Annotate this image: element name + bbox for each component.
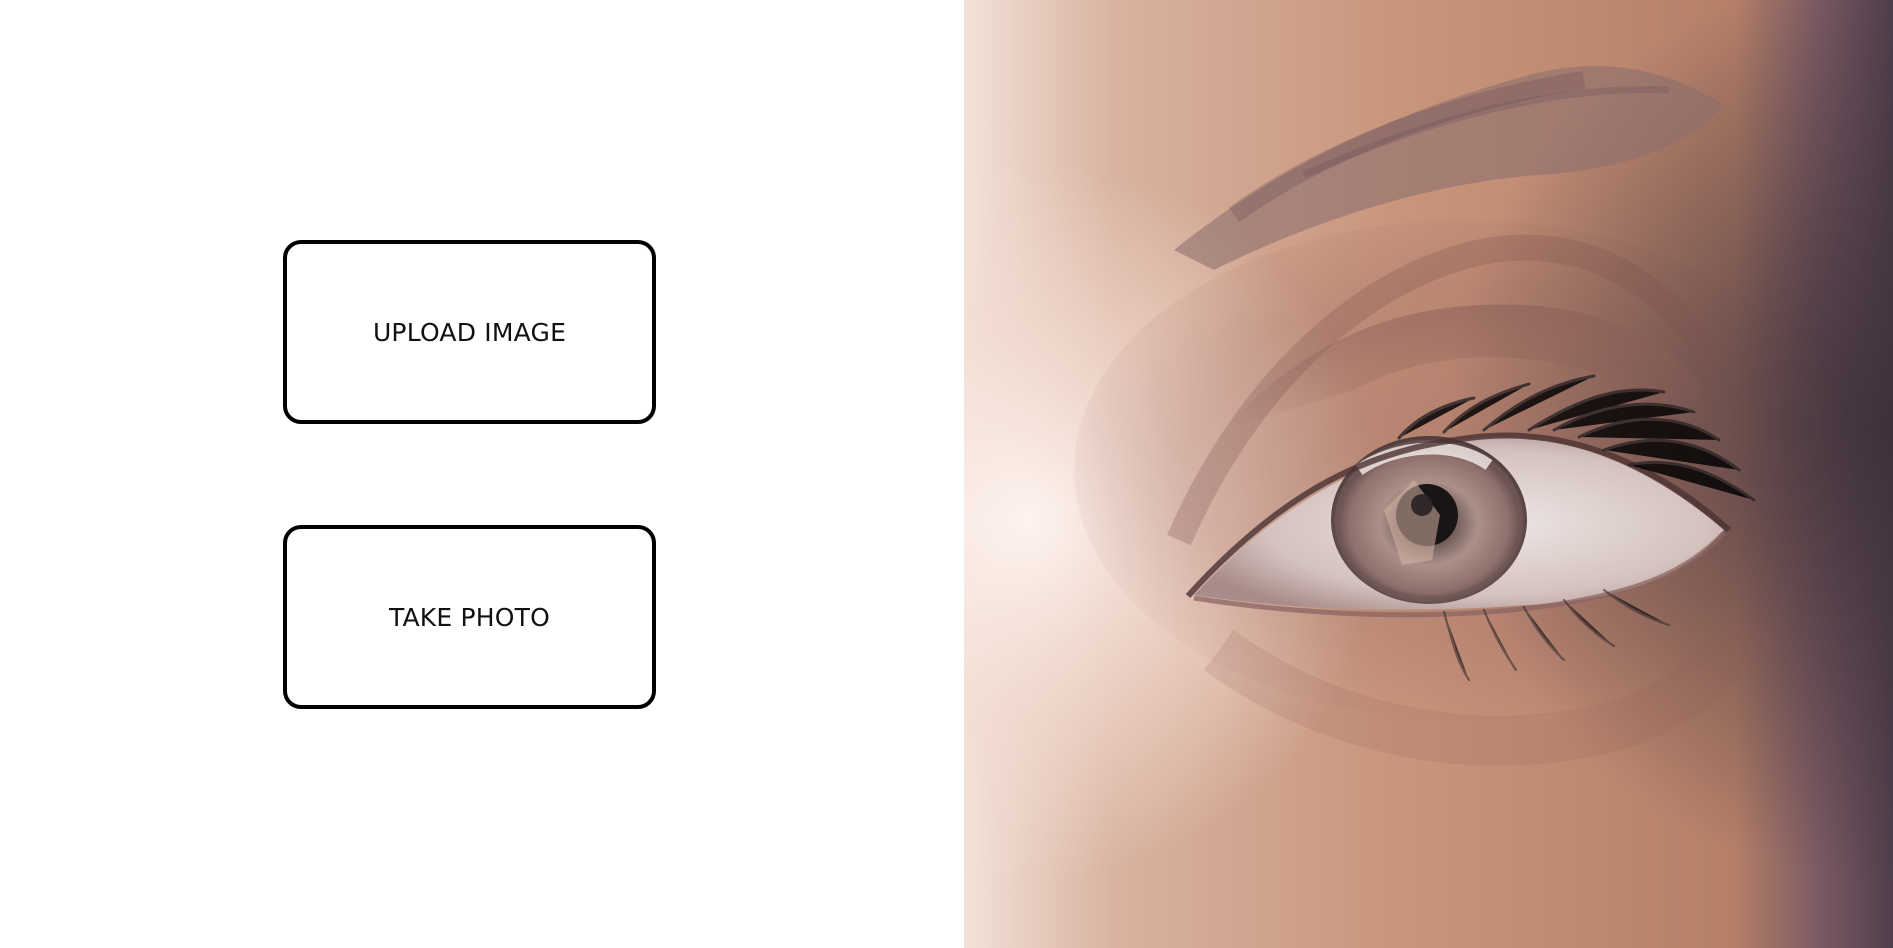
eye-illustration xyxy=(964,0,1893,948)
action-panel: UPLOAD IMAGE TAKE PHOTO xyxy=(0,0,964,948)
upload-image-label: UPLOAD IMAGE xyxy=(372,317,567,347)
app-page: UPLOAD IMAGE TAKE PHOTO xyxy=(0,0,1893,948)
upload-image-button[interactable]: UPLOAD IMAGE xyxy=(283,240,656,424)
eye-photo xyxy=(964,0,1893,948)
take-photo-button[interactable]: TAKE PHOTO xyxy=(283,525,656,709)
take-photo-label: TAKE PHOTO xyxy=(388,602,551,632)
